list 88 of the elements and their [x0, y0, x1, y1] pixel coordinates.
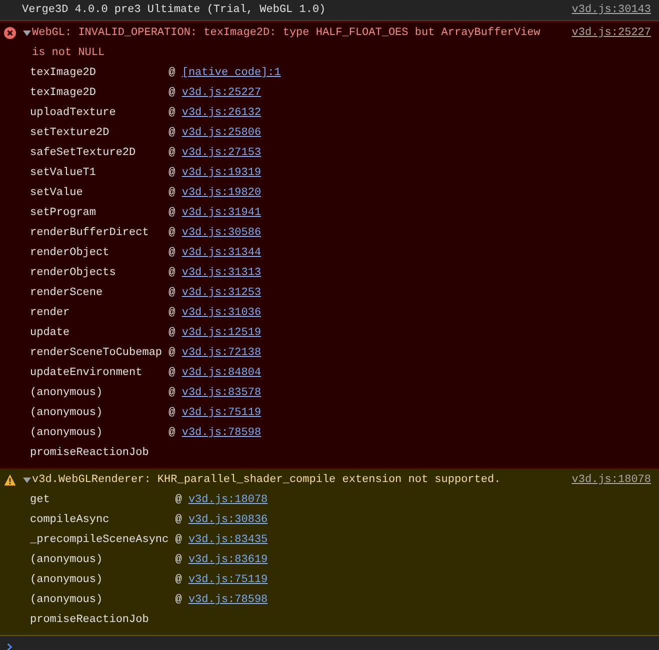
- function-name: renderScene: [30, 286, 104, 301]
- stack-frame-link[interactable]: [native code]:1: [182, 67, 281, 79]
- stack-frame-link[interactable]: v3d.js:12519: [182, 327, 262, 339]
- function-name: texImage2D: [30, 66, 98, 81]
- stack-frame-link[interactable]: v3d.js:19820: [182, 187, 262, 199]
- function-name: uploadTexture: [30, 106, 117, 121]
- function-name: setValue: [30, 186, 84, 201]
- function-name: setProgram: [30, 206, 98, 221]
- stack-frame-link[interactable]: v3d.js:31313: [182, 267, 262, 279]
- at-sign: @: [168, 387, 176, 399]
- at-sign: @: [168, 367, 176, 379]
- function-name: updateEnvironment: [30, 366, 144, 381]
- at-sign: @: [168, 187, 176, 199]
- function-name: renderSceneToCubemap: [30, 346, 162, 361]
- warning-icon: [4, 474, 16, 486]
- source-link[interactable]: v3d.js:18078: [572, 470, 651, 490]
- stack-frame-link[interactable]: v3d.js:25227: [182, 87, 262, 99]
- at-sign: @: [175, 514, 182, 526]
- at-sign: @: [168, 107, 176, 119]
- at-sign: @: [175, 494, 182, 506]
- stack-frame-link[interactable]: v3d.js:31941: [182, 207, 262, 219]
- function-name: (anonymous): [30, 386, 104, 401]
- function-name: compileAsync: [30, 513, 110, 528]
- message-text: v3d.WebGLRenderer: KHR_parallel_shader_compile extension not supported.: [32, 473, 502, 488]
- at-sign: @: [175, 594, 182, 606]
- function-name: promiseReactionJob: [30, 613, 150, 628]
- function-name: (anonymous): [30, 406, 104, 421]
- function-name: render: [30, 306, 71, 321]
- at-sign: @: [168, 227, 176, 239]
- stack-frame-link[interactable]: v3d.js:31253: [182, 287, 262, 299]
- function-name: (anonymous): [30, 553, 104, 568]
- at-sign: @: [168, 127, 176, 139]
- function-name: renderObject: [30, 246, 110, 261]
- error-icon: [4, 27, 16, 39]
- function-name: _precompileSceneAsync: [30, 533, 169, 548]
- at-sign: @: [175, 534, 182, 546]
- at-sign: @: [168, 87, 176, 99]
- at-sign: @: [175, 554, 182, 566]
- stack-frame-link[interactable]: v3d.js:31344: [182, 247, 262, 259]
- function-name: setTexture2D: [30, 126, 110, 141]
- collapse-triangle-icon[interactable]: [22, 29, 32, 37]
- function-name: (anonymous): [30, 593, 104, 608]
- stack-frame-link[interactable]: v3d.js:83578: [182, 387, 262, 399]
- function-name: (anonymous): [30, 426, 104, 441]
- collapse-triangle-icon[interactable]: [22, 476, 32, 484]
- source-link[interactable]: v3d.js:25227: [572, 23, 651, 43]
- stack-frame-link[interactable]: v3d.js:27153: [182, 147, 262, 159]
- stack-frame-link[interactable]: v3d.js:83435: [188, 534, 268, 546]
- function-name: update: [30, 326, 71, 341]
- function-name: renderObjects: [30, 266, 117, 281]
- prompt-chevron-icon: [6, 642, 13, 650]
- at-sign: @: [168, 67, 176, 79]
- message-text: WebGL: INVALID_OPERATION: texImage2D: type HALF_FLOAT_OES but ArrayBufferView is not NULL: [32, 26, 542, 61]
- stack-frame-link[interactable]: v3d.js:84804: [182, 367, 262, 379]
- stack-frame-link[interactable]: v3d.js:75119: [182, 407, 262, 419]
- function-name: promiseReactionJob: [30, 446, 150, 461]
- stack-frame-link[interactable]: v3d.js:83619: [188, 554, 268, 566]
- at-sign: @: [168, 427, 176, 439]
- stack-frame-link[interactable]: v3d.js:78598: [182, 427, 262, 439]
- stack-frame-link[interactable]: v3d.js:30836: [188, 514, 268, 526]
- source-link[interactable]: v3d.js:30143: [572, 0, 651, 20]
- stack-frame-link[interactable]: v3d.js:72138: [182, 347, 262, 359]
- at-sign: @: [175, 574, 182, 586]
- at-sign: @: [168, 167, 176, 179]
- at-sign: @: [168, 147, 176, 159]
- at-sign: @: [168, 267, 176, 279]
- function-name: (anonymous): [30, 573, 104, 588]
- stack-frame-link[interactable]: v3d.js:75119: [188, 574, 268, 586]
- at-sign: @: [168, 327, 176, 339]
- at-sign: @: [168, 207, 176, 219]
- function-name: setValueT1: [30, 166, 98, 181]
- function-name: texImage2D: [30, 86, 98, 101]
- function-name: safeSetTexture2D: [30, 146, 137, 161]
- function-name: get: [30, 493, 51, 508]
- at-sign: @: [168, 287, 176, 299]
- at-sign: @: [168, 247, 176, 259]
- at-sign: @: [168, 407, 176, 419]
- stack-frame-link[interactable]: v3d.js:25806: [182, 127, 262, 139]
- stack-frame-link[interactable]: v3d.js:26132: [182, 107, 262, 119]
- stack-frame-link[interactable]: v3d.js:18078: [188, 494, 268, 506]
- stack-frame-link[interactable]: v3d.js:31036: [182, 307, 262, 319]
- function-name: renderBufferDirect: [30, 226, 150, 241]
- stack-frame-link[interactable]: v3d.js:78598: [188, 594, 268, 606]
- at-sign: @: [168, 347, 176, 359]
- at-sign: @: [168, 307, 176, 319]
- log-message: Verge3D 4.0.0 pre3 Ultimate (Trial, WebGL 1.0): [22, 3, 327, 18]
- stack-frame-link[interactable]: v3d.js:19319: [182, 167, 262, 179]
- stack-frame-link[interactable]: v3d.js:30586: [182, 227, 262, 239]
